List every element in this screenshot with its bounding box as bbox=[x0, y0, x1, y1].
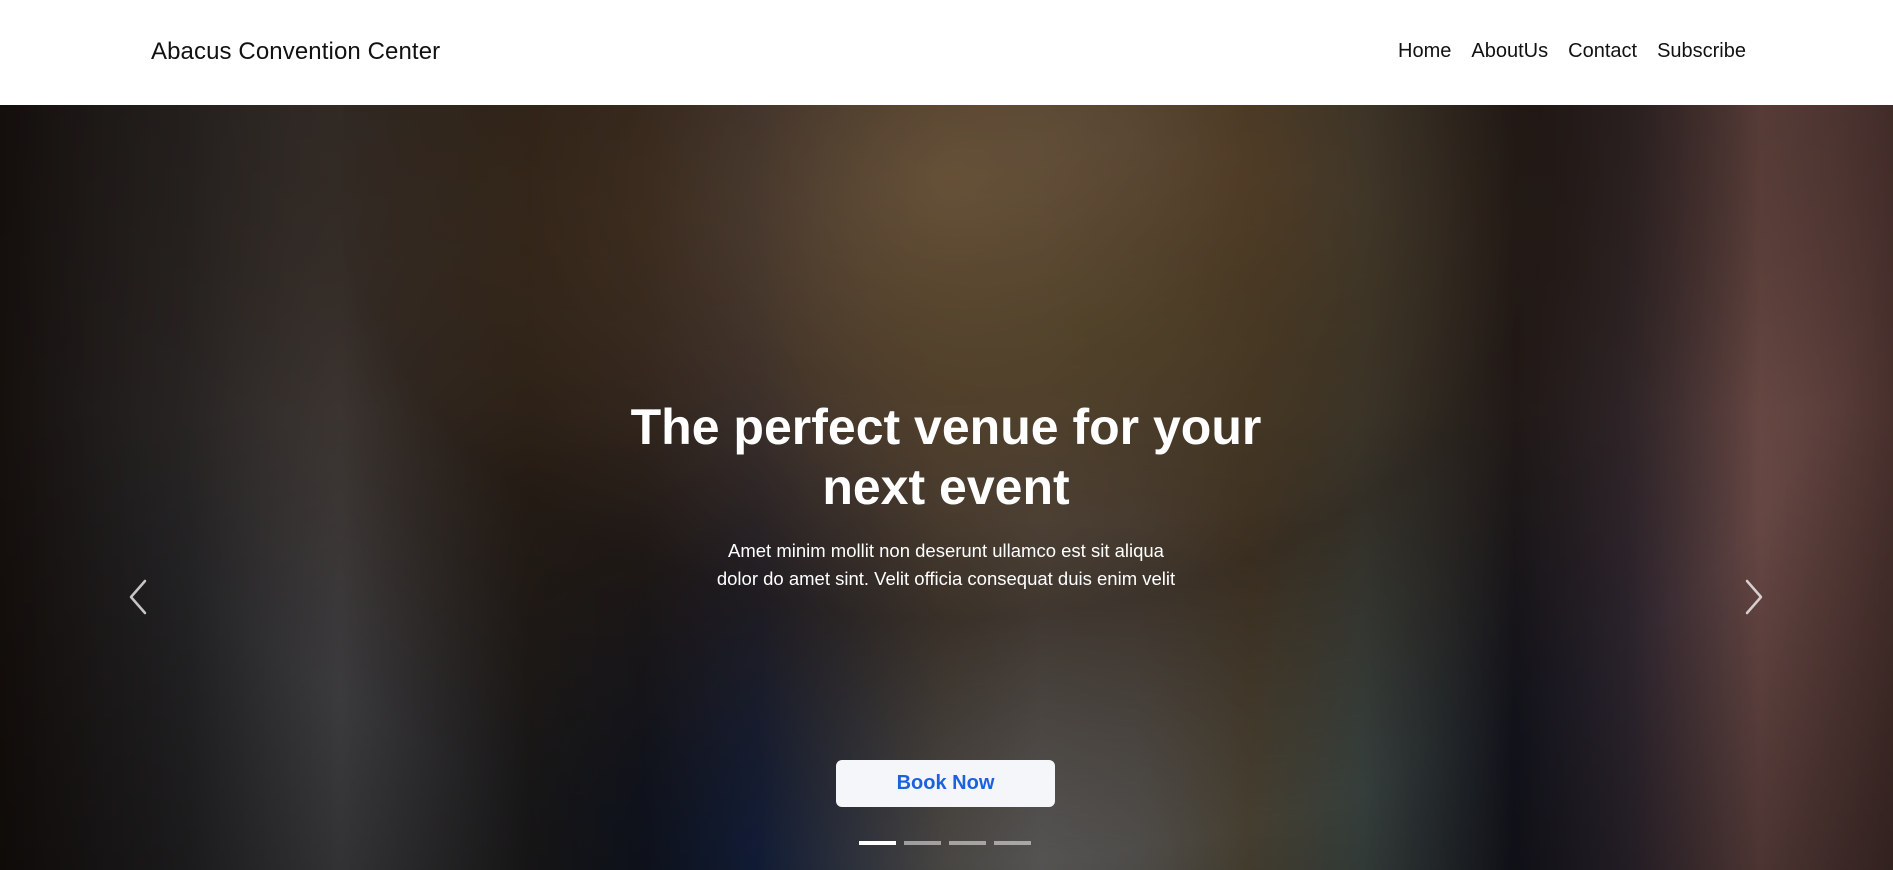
chevron-right-icon bbox=[1745, 579, 1763, 615]
nav-link-contact[interactable]: Contact bbox=[1568, 40, 1637, 63]
hero-headline-line-2: next event bbox=[822, 459, 1070, 515]
book-now-button[interactable]: Book Now bbox=[836, 760, 1055, 807]
hero-subtext-line-2: dolor do amet sint. Velit officia conseq… bbox=[716, 568, 1176, 589]
brand-logo-text[interactable]: Abacus Convention Center bbox=[151, 38, 440, 66]
hero-subtext: Amet minim mollit non deserunt ullamco e… bbox=[676, 537, 1216, 593]
carousel-indicator-2[interactable] bbox=[904, 841, 941, 845]
main-nav: Home AboutUs Contact Subscribe bbox=[1398, 40, 1746, 63]
navbar: Abacus Convention Center Home AboutUs Co… bbox=[0, 0, 1893, 105]
chevron-left-icon bbox=[129, 579, 147, 615]
carousel-indicator-1[interactable] bbox=[859, 841, 896, 845]
carousel-indicators bbox=[859, 841, 1031, 845]
hero-headline-line-1: The perfect venue for your bbox=[630, 399, 1262, 455]
hero-subtext-line-1: Amet minim mollit non deserunt ullamco e… bbox=[728, 540, 1164, 561]
carousel-indicator-4[interactable] bbox=[994, 841, 1031, 845]
hero-headline: The perfect venue for your next event bbox=[596, 397, 1296, 517]
carousel-prev-button[interactable] bbox=[119, 575, 159, 619]
nav-link-home[interactable]: Home bbox=[1398, 40, 1451, 63]
nav-link-about-us[interactable]: AboutUs bbox=[1471, 40, 1548, 63]
carousel-next-button[interactable] bbox=[1733, 575, 1773, 619]
nav-link-subscribe[interactable]: Subscribe bbox=[1657, 40, 1746, 63]
carousel-indicator-3[interactable] bbox=[949, 841, 986, 845]
